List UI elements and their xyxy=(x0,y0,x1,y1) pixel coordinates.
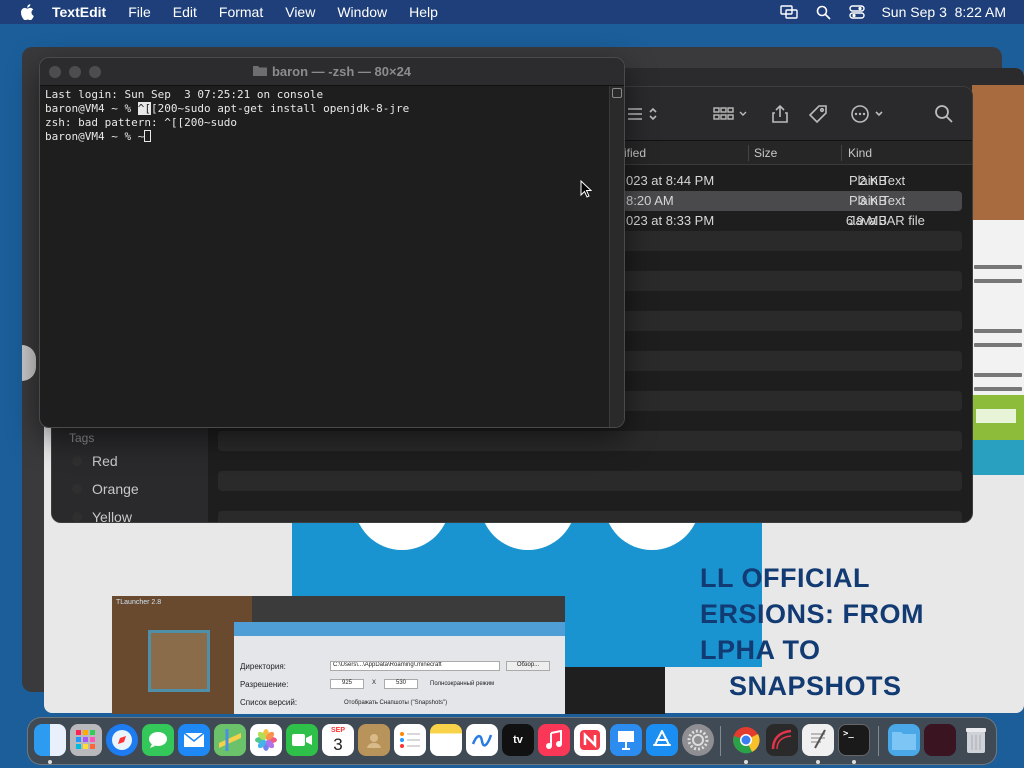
group-icon[interactable] xyxy=(713,103,751,125)
mail-dock-icon[interactable] xyxy=(178,724,210,756)
tag-dot-icon xyxy=(72,484,82,494)
terminal-titlebar[interactable]: baron — -zsh — 80×24 xyxy=(40,58,624,86)
web-banner xyxy=(972,395,1024,475)
launcher-dir-field: C:\Users\...\AppData\Roaming\.minecraft xyxy=(330,661,500,671)
sidebar-tag-red[interactable]: Red xyxy=(92,453,118,469)
terminal-line: Last login: Sun Sep 3 07:25:21 on consol… xyxy=(45,88,324,101)
web-dark-block xyxy=(565,667,665,714)
terminal-output[interactable]: Last login: Sun Sep 3 07:25:21 on consol… xyxy=(45,88,605,144)
notes-dock-icon[interactable] xyxy=(430,724,462,756)
apple-menu-icon[interactable] xyxy=(16,0,38,24)
launcher-snapshots-checkbox: Отображать Снапшоты ("Snapshots") xyxy=(344,700,448,706)
promo-line: SNAPSHOTS xyxy=(729,671,902,701)
menu-help[interactable]: Help xyxy=(398,0,449,24)
news-dock-icon[interactable] xyxy=(574,724,606,756)
system-settings-dock-icon[interactable] xyxy=(682,724,714,756)
terminal-line: baron@VM4 ~ % ^[[200~sudo apt-get instal… xyxy=(45,102,410,115)
terminal-dock-icon[interactable]: >_ xyxy=(838,724,870,756)
launcher-title: TLauncher 2.8 xyxy=(116,599,162,606)
folder-icon xyxy=(252,64,267,79)
promo-line: LPHA TO xyxy=(700,635,821,665)
terminal-scrollbar[interactable] xyxy=(609,86,624,427)
music-dock-icon[interactable] xyxy=(538,724,570,756)
photos-dock-icon[interactable] xyxy=(250,724,282,756)
column-size[interactable]: Size xyxy=(754,146,777,160)
mouse-pointer-icon xyxy=(580,179,593,203)
safari-dock-icon[interactable] xyxy=(106,724,138,756)
textedit-dock-icon[interactable] xyxy=(802,724,834,756)
web-side-strip xyxy=(972,85,1024,475)
launcher-browse-button: Обзор... xyxy=(506,661,550,671)
menu-bar: TextEdit File Edit Format View Window He… xyxy=(0,0,1024,24)
tag-dot-icon xyxy=(72,456,82,466)
launcher-height-field: 530 xyxy=(384,679,418,689)
downloads-folder-dock-icon[interactable] xyxy=(888,724,920,756)
launchpad-dock-icon[interactable] xyxy=(70,724,102,756)
menu-edit[interactable]: Edit xyxy=(162,0,208,24)
menu-clock[interactable]: Sun Sep 3 8:22 AM xyxy=(881,4,1006,20)
menu-format[interactable]: Format xyxy=(208,0,274,24)
launcher-width-field: 925 xyxy=(330,679,364,689)
menu-view[interactable]: View xyxy=(274,0,326,24)
freeform-dock-icon[interactable] xyxy=(466,724,498,756)
empty-row xyxy=(218,451,962,471)
app-store-dock-icon[interactable] xyxy=(646,724,678,756)
tag-dot-icon xyxy=(72,512,82,522)
minimized-window-dock-icon[interactable] xyxy=(924,724,956,756)
list-view-icon[interactable] xyxy=(626,103,660,125)
search-icon[interactable] xyxy=(934,103,954,125)
sidebar-tag-orange[interactable]: Orange xyxy=(92,481,139,497)
web-promo-heading: LL OFFICIAL ERSIONS: FROM LPHA TO SNAPSH… xyxy=(700,560,1000,704)
terminal-cursor xyxy=(144,130,152,142)
trash-dock-icon[interactable] xyxy=(960,724,992,756)
activity-monitor-dock-icon[interactable] xyxy=(766,724,798,756)
empty-row xyxy=(218,431,962,451)
finder-dock-icon[interactable] xyxy=(34,724,66,756)
minecraft-character-image xyxy=(112,596,252,714)
promo-line: LL OFFICIAL xyxy=(700,563,870,593)
empty-row xyxy=(218,471,962,491)
launcher-fullscreen-checkbox: Полноэкранный режим xyxy=(430,681,495,687)
spotlight-search-icon[interactable] xyxy=(813,2,833,22)
promo-line: ERSIONS: FROM xyxy=(700,599,925,629)
menu-app-name[interactable]: TextEdit xyxy=(38,0,117,24)
terminal-line: baron@VM4 ~ % ~ xyxy=(45,130,605,144)
share-icon[interactable] xyxy=(771,103,789,125)
keynote-dock-icon[interactable] xyxy=(610,724,642,756)
more-actions-icon[interactable] xyxy=(850,103,886,125)
contacts-dock-icon[interactable] xyxy=(358,724,390,756)
maps-dock-icon[interactable] xyxy=(214,724,246,756)
menu-file[interactable]: File xyxy=(117,0,162,24)
web-thumbnail xyxy=(972,85,1024,220)
tags-section-title: Tags xyxy=(69,431,95,445)
launcher-settings-panel: Директория: C:\Users\...\AppData\Roaming… xyxy=(234,622,565,714)
launcher-versions-label: Список версий: xyxy=(240,698,298,707)
terminal-window[interactable]: baron — -zsh — 80×24 Last login: Sun Sep… xyxy=(39,57,625,428)
terminal-line: zsh: bad pattern: ^[[200~sudo xyxy=(45,116,238,129)
dock: SEP 3 tv >_ xyxy=(27,717,997,765)
launcher-dir-label: Директория: xyxy=(240,662,286,671)
reminders-dock-icon[interactable] xyxy=(394,724,426,756)
messages-dock-icon[interactable] xyxy=(142,724,174,756)
calendar-dock-icon[interactable]: SEP 3 xyxy=(322,724,354,756)
scroll-menu-icon[interactable] xyxy=(612,88,622,98)
screen-mirroring-icon[interactable] xyxy=(779,2,799,22)
menu-window[interactable]: Window xyxy=(326,0,398,24)
column-date-modified[interactable]: ified xyxy=(624,146,646,160)
launcher-resolution-label: Разрешение: xyxy=(240,680,289,689)
apple-tv-dock-icon[interactable]: tv xyxy=(502,724,534,756)
tag-icon[interactable] xyxy=(808,103,828,125)
facetime-dock-icon[interactable] xyxy=(286,724,318,756)
launcher-screenshot: TLauncher 2.8 Директория: C:\Users\...\A… xyxy=(112,596,565,714)
highlighted-escape: ^[ xyxy=(137,102,151,115)
column-kind[interactable]: Kind xyxy=(848,146,872,160)
launcher-res-x: X xyxy=(372,680,377,686)
sidebar-tag-yellow[interactable]: Yellow xyxy=(92,509,132,522)
chrome-dock-icon[interactable] xyxy=(730,724,762,756)
empty-row xyxy=(218,491,962,511)
empty-row xyxy=(218,511,962,522)
terminal-title: baron — -zsh — 80×24 xyxy=(271,64,412,79)
control-center-icon[interactable] xyxy=(847,2,867,22)
